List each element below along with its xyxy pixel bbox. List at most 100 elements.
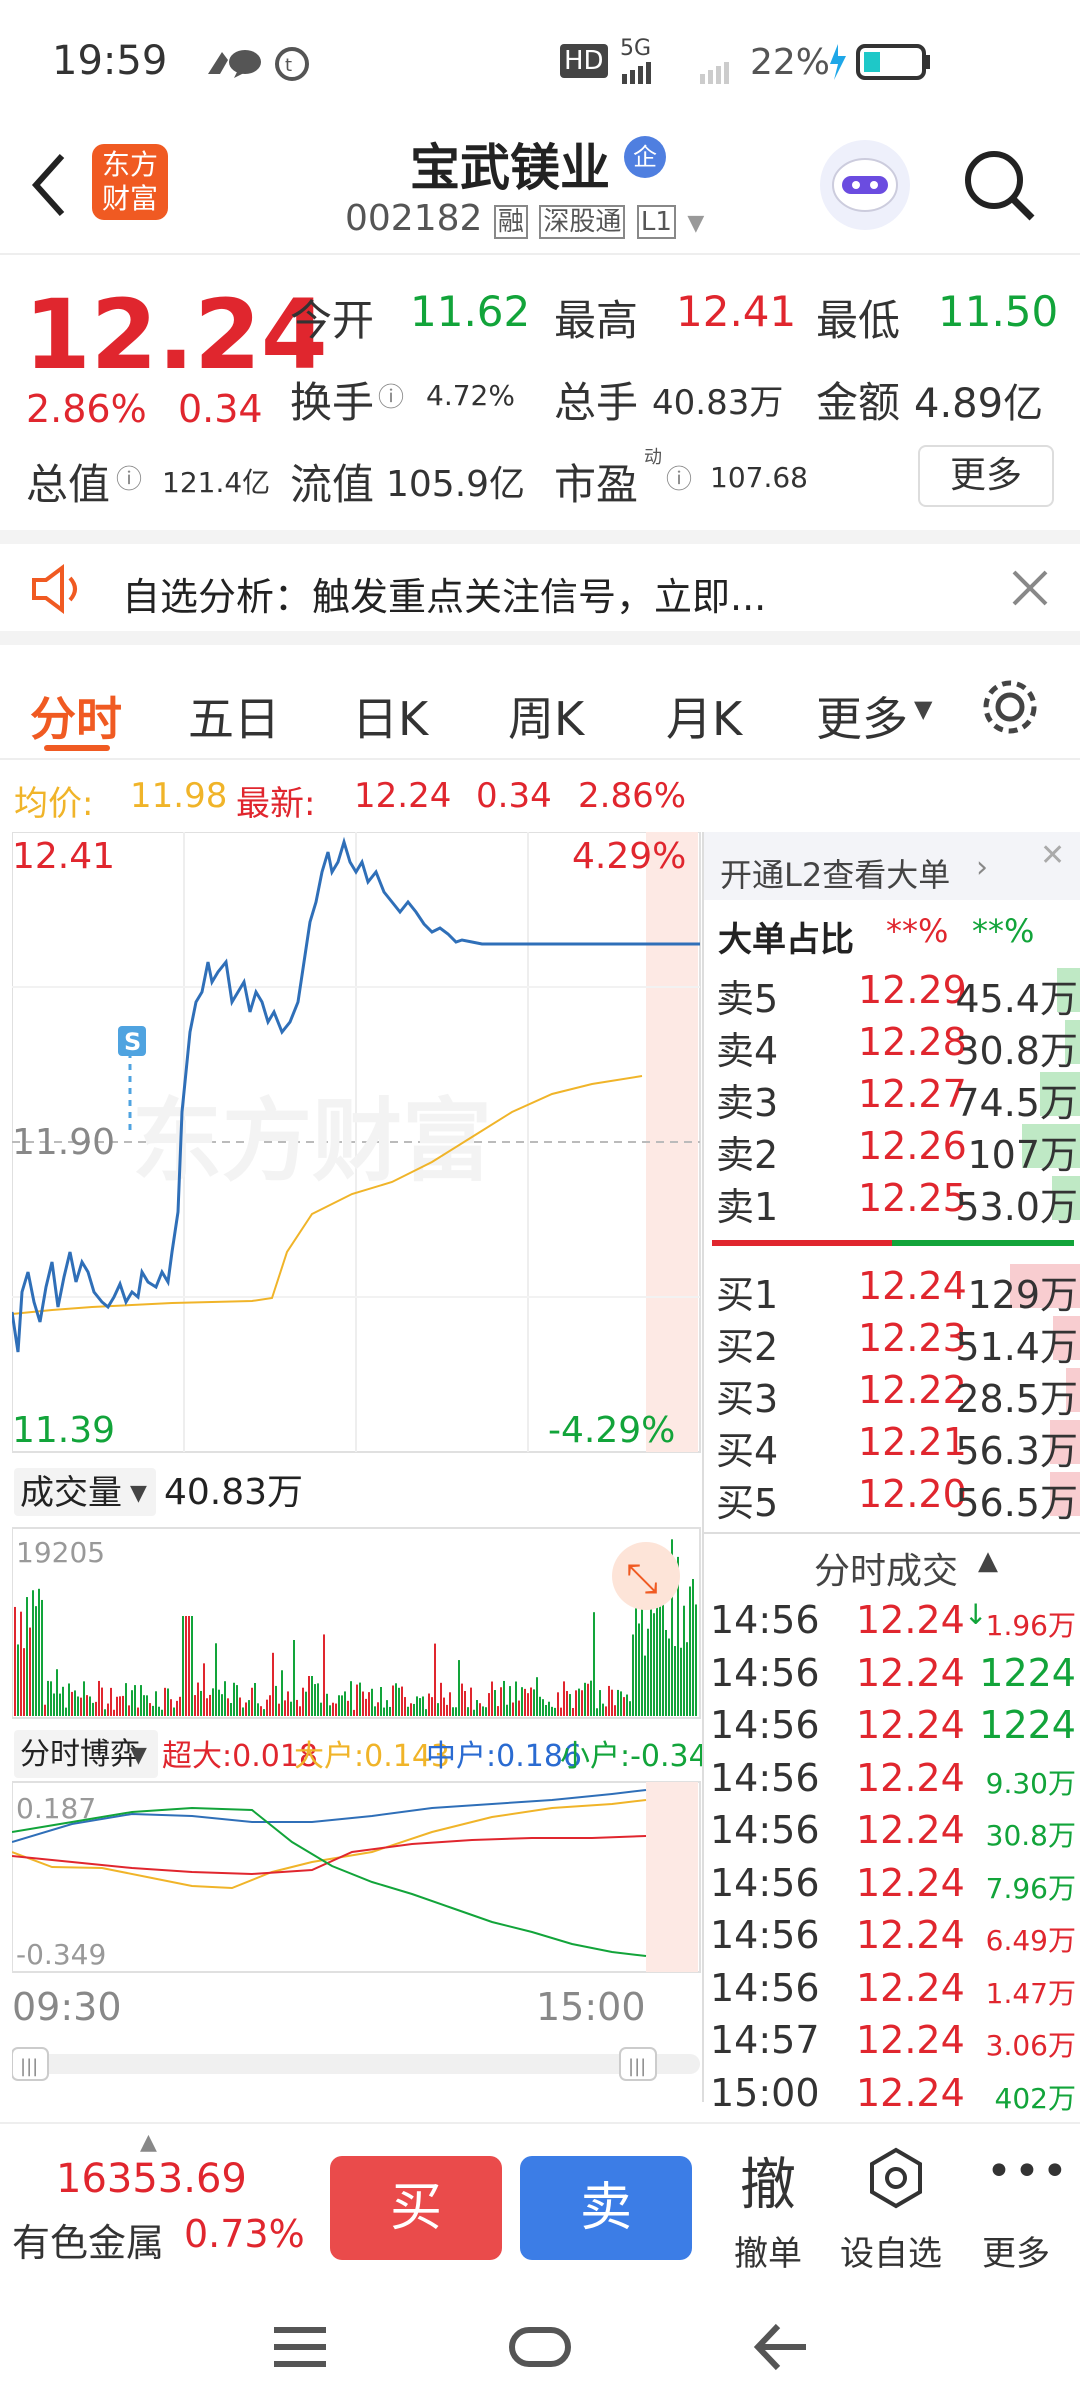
trade-row: 14:56 12.24 1.47万 — [708, 1962, 1080, 2014]
trade-price: 12.24 — [856, 1755, 965, 1800]
bid-row[interactable]: 买3 12.22 28.5万 — [712, 1364, 1080, 1421]
stock-header: 东方 财富 宝武镁业 企 002182 融 深股通 L1 ▼ — [0, 120, 1080, 255]
volume-bar — [353, 1709, 355, 1716]
sell-button[interactable]: 卖 — [520, 2156, 692, 2260]
chevron-down-icon: ▼ — [130, 1743, 147, 1768]
volume-bar — [197, 1682, 199, 1716]
system-nav-bar — [0, 2282, 1080, 2408]
bid-label: 买4 — [716, 1429, 779, 1473]
volume-bar — [98, 1680, 100, 1716]
change-amount: 0.34 — [178, 387, 263, 431]
ask-row[interactable]: 卖4 12.28 30.8万 — [712, 1016, 1080, 1073]
volume-bar — [509, 1686, 511, 1716]
volume-bar — [281, 1670, 283, 1716]
bid-price: 12.22 — [858, 1368, 967, 1412]
ask-row[interactable]: 卖5 12.29 45.4万 — [712, 964, 1080, 1021]
info-icon[interactable]: ⓘ — [666, 459, 692, 496]
volume-bar — [464, 1690, 466, 1716]
volume-bar — [536, 1677, 538, 1716]
bid-price: 12.20 — [858, 1472, 967, 1516]
close-icon[interactable] — [1010, 568, 1050, 608]
trade-price: 12.24 — [856, 1860, 965, 1905]
volume-max-label: 19205 — [16, 1536, 105, 1569]
trade-volume: 1224 — [979, 1650, 1076, 1695]
last-label: 最新: — [236, 784, 316, 824]
menu-icon[interactable] — [270, 2322, 330, 2372]
bid-row[interactable]: 买2 12.23 51.4万 — [712, 1312, 1080, 1369]
trade-row: 14:56 12.24 6.49万 — [708, 1909, 1080, 1961]
trades-label[interactable]: 分时成交 — [814, 1542, 958, 1594]
stock-code-row[interactable]: 002182 融 深股通 L1 ▼ — [345, 198, 704, 239]
trade-price: 12.24 — [856, 2018, 965, 2062]
tab-daily-k[interactable]: 日K — [352, 683, 428, 749]
volume-bar — [29, 1627, 31, 1716]
volume-bar — [221, 1694, 223, 1716]
volume-bar — [644, 1655, 646, 1716]
volume-bar — [23, 1648, 25, 1716]
trade-row: 14:56 12.24 30.8万 — [708, 1804, 1080, 1856]
more-actions-button[interactable]: ••• 更多 — [970, 2140, 1070, 2280]
low-label: 最低 — [816, 296, 901, 345]
notice-banner[interactable]: 自选分析：触发重点关注信号，立即... — [0, 530, 1080, 645]
flow-small: 小户:-0.348 — [560, 1739, 702, 1774]
grip-icon: ||| — [20, 2056, 38, 2077]
close-icon[interactable]: ✕ — [1040, 838, 1065, 873]
tab-monthly-k[interactable]: 月K — [666, 683, 742, 749]
info-icon[interactable]: ⓘ — [116, 459, 142, 496]
chevron-down-icon: ▼ — [130, 1481, 147, 1506]
volume-bar — [419, 1698, 421, 1716]
back-arrow-icon[interactable] — [28, 150, 68, 220]
volume-bar — [368, 1692, 370, 1716]
back-icon[interactable] — [752, 2320, 812, 2374]
gear-icon[interactable] — [978, 675, 1042, 739]
volume-bar — [104, 1709, 106, 1716]
l2-link[interactable]: 开通L2查看大单 — [720, 850, 950, 896]
intraday-chart[interactable]: 东方财富 S 12.41 4.29% 11.90 11.39 -4.29% 成交… — [12, 832, 702, 2102]
bid-row[interactable]: 买4 12.21 56.3万 — [712, 1416, 1080, 1473]
sector-index-value[interactable]: 16353.69 — [56, 2156, 247, 2202]
info-icon[interactable]: ⓘ — [378, 377, 404, 414]
ask-row[interactable]: 卖3 12.27 74.5万 — [712, 1068, 1080, 1125]
more-button[interactable]: 更多 — [918, 445, 1054, 507]
big-order-label: 大单占比 — [718, 920, 854, 960]
market-cap-value: 121.4亿 — [162, 466, 271, 499]
connect-tag: 深股通 — [539, 205, 626, 239]
trade-row: 15:00 12.24 402万 — [708, 2067, 1080, 2119]
volume-bar — [323, 1634, 325, 1716]
volume-bar — [269, 1695, 271, 1716]
volume-bar — [140, 1685, 142, 1716]
volume-bar — [515, 1681, 517, 1716]
trade-volume: 30.8万 — [985, 1819, 1076, 1852]
volume-bar — [458, 1660, 460, 1716]
search-icon[interactable] — [960, 146, 1040, 226]
add-watchlist-button[interactable]: 设自选 — [836, 2140, 956, 2280]
tab-more[interactable]: 更多 — [816, 683, 908, 749]
tab-five-day[interactable]: 五日 — [188, 683, 280, 749]
ask-row[interactable]: 卖1 12.25 53.0万 — [712, 1172, 1080, 1229]
l2-banner[interactable]: 开通L2查看大单 › ✕ — [704, 832, 1080, 900]
volume-bar — [68, 1683, 70, 1716]
order-book-panel: 开通L2查看大单 › ✕ 大单占比 **% **% 卖5 12.29 45.4万 卖4… — [702, 832, 1080, 2115]
intraday-chart-area[interactable]: 东方财富 S 12.41 4.29% 11.90 11.39 -4.29% 成交… — [12, 832, 702, 2102]
last-price: 12.24 — [24, 279, 328, 391]
cancel-order-button[interactable]: 撤 撤单 — [720, 2140, 820, 2280]
pe-value: 107.68 — [710, 461, 808, 494]
hd-icon: HD — [560, 44, 608, 78]
signal-letter: S — [124, 1028, 141, 1056]
volume-bar — [665, 1629, 667, 1716]
volume-bar — [587, 1683, 589, 1716]
tab-weekly-k[interactable]: 周K — [508, 683, 584, 749]
after-hours-band — [646, 1782, 698, 1972]
assistant-avatar[interactable] — [820, 140, 910, 230]
volume-bar — [656, 1607, 658, 1716]
buy-button[interactable]: 买 — [330, 2156, 502, 2260]
ask-row[interactable]: 卖2 12.26 107万 — [712, 1120, 1080, 1177]
last-percent: 2.86% — [578, 776, 687, 816]
bid-row[interactable]: 买1 12.24 129万 — [712, 1260, 1080, 1317]
tab-intraday[interactable]: 分时 — [30, 683, 122, 749]
volume-bar — [461, 1683, 463, 1716]
sector-name[interactable]: 有色金属 — [12, 2212, 164, 2267]
bid-row[interactable]: 买5 12.20 56.5万 — [712, 1468, 1080, 1525]
float-cap-label: 流值 — [290, 460, 375, 509]
home-icon[interactable] — [508, 2322, 572, 2372]
